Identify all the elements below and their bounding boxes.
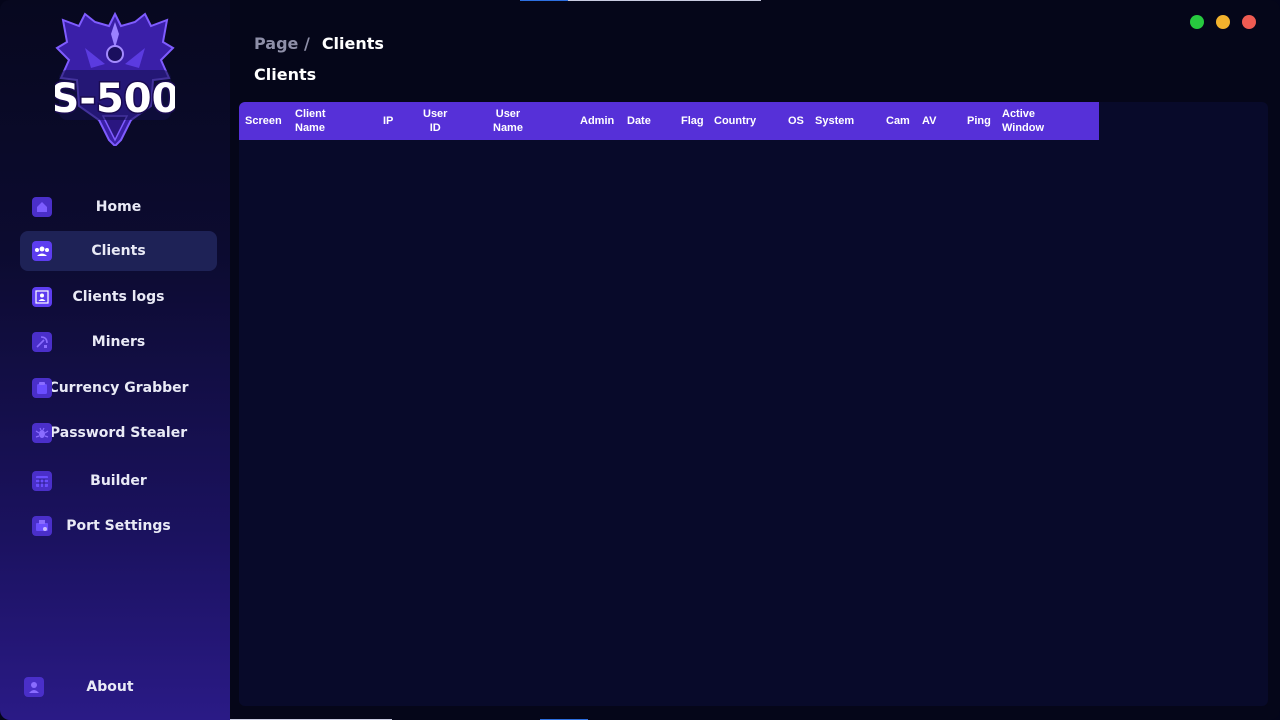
column-header-user-id[interactable]: User ID [423, 102, 447, 140]
column-header-ip[interactable]: IP [383, 102, 393, 140]
maximize-button[interactable] [1190, 15, 1204, 29]
home-icon [32, 197, 52, 217]
taskbar-line [568, 0, 761, 1]
app-window: S-500 Home Clients Clients logs Miners C… [0, 0, 1280, 720]
clients-table-header: Screen Client Name IP User ID User Name … [239, 102, 1099, 140]
logo: S-500 [55, 11, 175, 146]
sidebar-item-clients-logs[interactable]: Clients logs [20, 277, 217, 317]
calendar-grid-icon [32, 471, 52, 491]
breadcrumb: Page / Clients [254, 34, 384, 53]
page-title: Clients [254, 65, 317, 84]
sidebar-item-password-stealer[interactable]: Password Stealer [20, 413, 217, 453]
sidebar-item-about[interactable]: About [20, 667, 200, 707]
column-header-screen[interactable]: Screen [245, 102, 282, 140]
window-controls [1190, 15, 1256, 29]
sidebar: S-500 Home Clients Clients logs Miners C… [0, 0, 230, 720]
sidebar-item-home[interactable]: Home [20, 187, 217, 227]
users-icon [32, 241, 52, 261]
sidebar-item-miners[interactable]: Miners [20, 322, 217, 362]
sidebar-item-currency-grabber[interactable]: Currency Grabber [20, 368, 217, 408]
column-header-label: Active Window [1002, 108, 1045, 134]
sidebar-item-port-settings[interactable]: Port Settings [20, 506, 217, 546]
column-header-flag[interactable]: Flag [681, 102, 704, 140]
column-header-label: Client Name [295, 108, 326, 134]
column-header-country[interactable]: Country [714, 102, 756, 140]
column-header-user-name[interactable]: User Name [493, 102, 523, 140]
clients-table-panel: Screen Client Name IP User ID User Name … [239, 102, 1268, 706]
network-icon [32, 516, 52, 536]
column-header-system[interactable]: System [815, 102, 854, 140]
column-header-os[interactable]: OS [788, 102, 804, 140]
column-header-active-window[interactable]: Active Window [1002, 102, 1044, 140]
breadcrumb-root[interactable]: Page / [254, 34, 310, 53]
column-header-ping[interactable]: Ping [967, 102, 991, 140]
sidebar-item-label: About [86, 679, 134, 695]
column-header-client-name[interactable]: Client Name [295, 102, 326, 140]
close-button[interactable] [1242, 15, 1256, 29]
minimize-button[interactable] [1216, 15, 1230, 29]
sidebar-item-clients[interactable]: Clients [20, 231, 217, 271]
column-header-cam[interactable]: Cam [886, 102, 910, 140]
breadcrumb-current: Clients [321, 34, 384, 53]
column-header-date[interactable]: Date [627, 102, 651, 140]
pickaxe-icon [32, 332, 52, 352]
column-header-admin[interactable]: Admin [580, 102, 614, 140]
user-icon [24, 677, 44, 697]
column-header-label: User ID [423, 108, 448, 134]
sidebar-item-builder[interactable]: Builder [20, 461, 217, 501]
column-header-label: User Name [493, 108, 523, 134]
bug-icon [32, 423, 52, 443]
wallet-icon [32, 378, 52, 398]
user-frame-icon [32, 287, 52, 307]
taskbar-accent-line [520, 0, 568, 1]
column-header-av[interactable]: AV [922, 102, 936, 140]
logo-text: S-500 [55, 76, 175, 122]
